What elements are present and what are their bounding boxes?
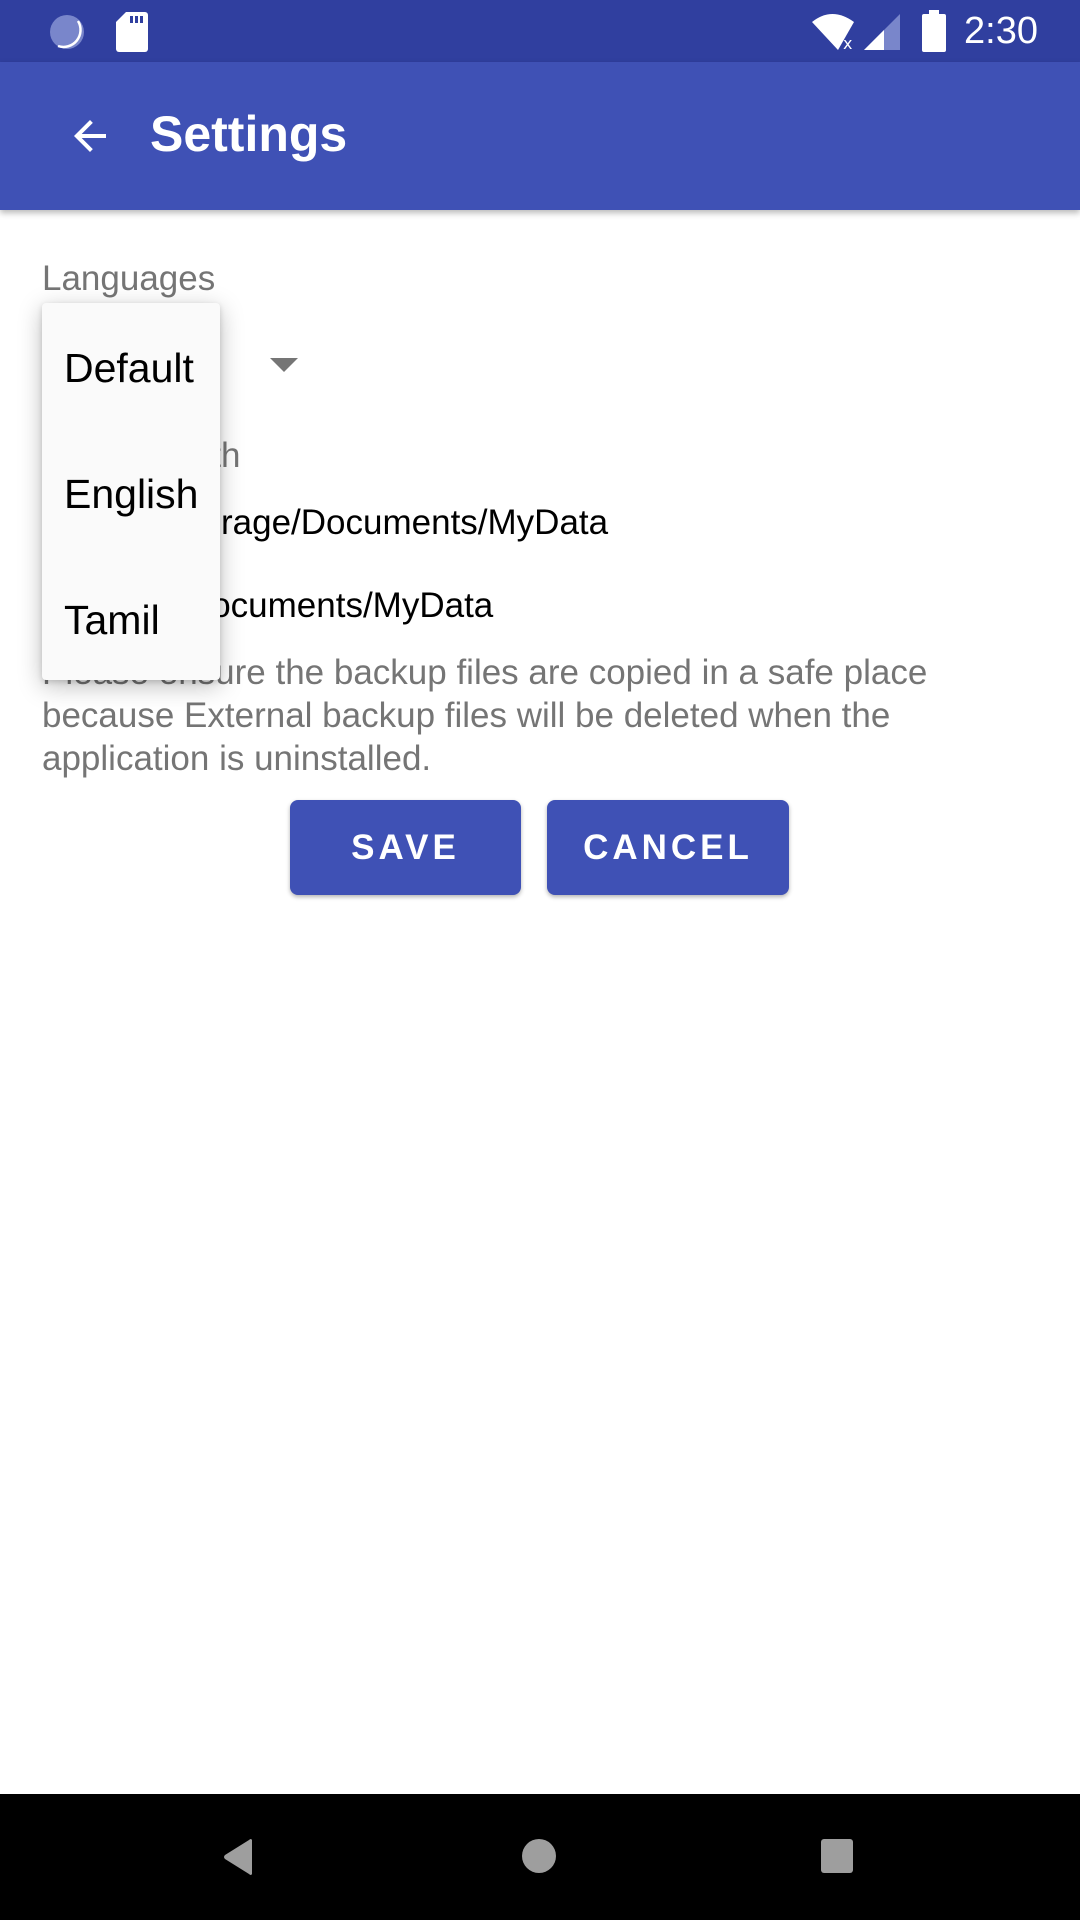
page-title: Settings xyxy=(150,106,348,162)
arrow-back-icon xyxy=(74,120,106,152)
status-bar: x 2:30 xyxy=(0,0,1080,62)
nav-home-icon[interactable] xyxy=(520,1837,558,1875)
nav-back-icon[interactable] xyxy=(222,1838,256,1876)
languages-label: Languages xyxy=(42,259,216,298)
save-button[interactable]: SAVE xyxy=(290,800,521,895)
battery-icon xyxy=(922,10,946,52)
cancel-button[interactable]: CANCEL xyxy=(547,800,789,895)
cell-signal-icon xyxy=(864,14,900,50)
navigation-bar xyxy=(0,1794,1080,1920)
sd-card-icon xyxy=(116,12,148,52)
wifi-no-internet-icon: x xyxy=(812,14,854,52)
languages-dropdown: Default English Tamil xyxy=(42,303,220,680)
nav-recents-icon[interactable] xyxy=(820,1838,854,1874)
svg-text:x: x xyxy=(843,34,852,52)
back-button[interactable] xyxy=(40,86,140,186)
dropdown-option-english[interactable]: English xyxy=(64,469,198,519)
status-time: 2:30 xyxy=(964,10,1038,52)
sync-icon xyxy=(50,15,84,49)
dropdown-option-default[interactable]: Default xyxy=(64,343,194,393)
dropdown-option-tamil[interactable]: Tamil xyxy=(64,595,160,645)
app-bar: Settings xyxy=(0,62,1080,210)
